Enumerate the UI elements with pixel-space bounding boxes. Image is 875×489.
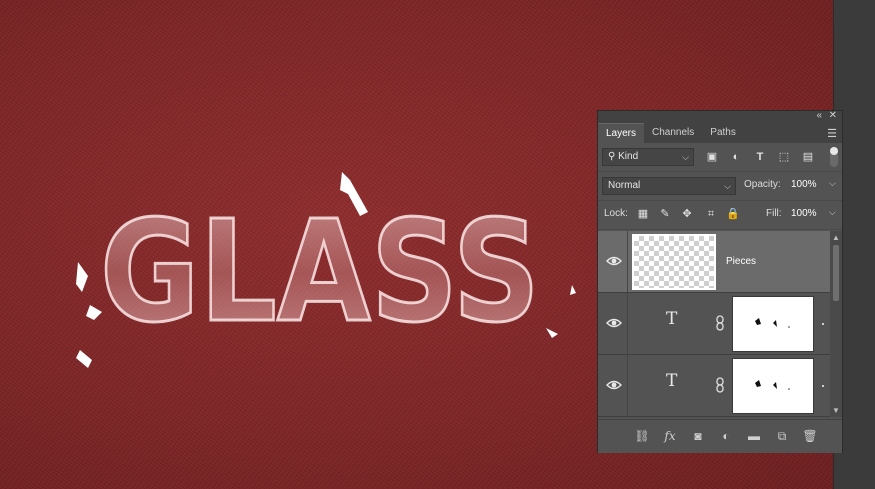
lock-move-icon[interactable]: ✥ (680, 207, 694, 221)
filter-toggle[interactable] (830, 147, 838, 167)
opacity-label: Opacity: (744, 179, 781, 190)
lock-artboard-icon[interactable]: ⌗ (704, 207, 718, 221)
panel-title-bar[interactable]: « ✕ (598, 110, 842, 123)
opacity-chevron-icon[interactable]: ⌵ (829, 178, 836, 189)
more-indicator (822, 385, 824, 387)
collapse-icon[interactable]: « (816, 110, 822, 121)
type-filter-icon[interactable]: T (752, 149, 768, 165)
layer-row-type[interactable]: T (598, 293, 830, 355)
fill-input[interactable]: 100% (791, 208, 817, 219)
layers-list: Pieces T T (598, 231, 830, 417)
eye-icon[interactable] (606, 317, 622, 329)
lock-paint-icon[interactable]: ✎ (658, 207, 672, 221)
tab-layers[interactable]: Layers (598, 123, 645, 143)
eye-icon[interactable] (606, 255, 622, 267)
adjustment-filter-icon[interactable]: ◐ (728, 149, 744, 165)
scroll-down-icon[interactable]: ▼ (832, 406, 840, 415)
trash-icon[interactable]: 🗑 (802, 428, 818, 444)
scroll-up-icon[interactable]: ▲ (832, 233, 840, 242)
fill-chevron-icon[interactable]: ⌵ (829, 207, 836, 218)
type-layer-icon: T (666, 309, 678, 329)
layers-panel: « ✕ Layers Channels Paths ☰ ⚲ Kind ⌵ ▣ ◐… (597, 110, 843, 453)
lock-transparent-icon[interactable]: ▦ (636, 207, 650, 221)
adjustment-layer-icon[interactable]: ◐ (718, 428, 734, 444)
opacity-input[interactable]: 100% (791, 179, 817, 190)
eye-icon[interactable] (606, 379, 622, 391)
mask-spots (755, 318, 790, 328)
visibility-toggle[interactable] (598, 293, 628, 354)
chevron-down-icon: ⌵ (724, 181, 731, 191)
tab-channels[interactable]: Channels (644, 123, 702, 143)
blend-row: Normal ⌵ Opacity: 100% ⌵ (598, 172, 842, 201)
lock-row: Lock: ▦ ✎ ✥ ⌗ 🔒 Fill: 100% ⌵ (598, 201, 842, 230)
lock-all-icon[interactable]: 🔒 (726, 207, 740, 221)
layer-row-type[interactable]: T (598, 355, 830, 417)
scroll-thumb[interactable] (833, 245, 839, 301)
add-mask-icon[interactable]: ◙ (690, 428, 706, 444)
image-filter-icon[interactable]: ▣ (704, 149, 720, 165)
visibility-toggle[interactable] (598, 231, 628, 292)
filter-kind-select[interactable]: ⚲ Kind ⌵ (602, 148, 694, 166)
close-icon[interactable]: ✕ (829, 110, 837, 121)
link-layers-icon[interactable] (715, 315, 725, 331)
smart-object-filter-icon[interactable]: ▤ (800, 149, 816, 165)
link-layers-icon[interactable] (715, 377, 725, 393)
new-layer-icon[interactable]: ⧉ (774, 428, 790, 444)
more-indicator (822, 323, 824, 325)
chevron-down-icon: ⌵ (682, 152, 689, 162)
link-icon[interactable]: ⛓ (634, 428, 650, 444)
layer-row-pieces[interactable]: Pieces (598, 231, 830, 293)
glass-title-text: GLASS (100, 191, 540, 354)
panel-tabs: Layers Channels Paths ☰ (598, 123, 842, 143)
shape-filter-icon[interactable]: ⬚ (776, 149, 792, 165)
filter-kind-label: Kind (618, 151, 639, 162)
layer-mask-thumbnail[interactable] (732, 296, 814, 352)
blend-mode-select[interactable]: Normal ⌵ (602, 177, 736, 195)
new-group-icon[interactable]: ▬ (746, 428, 762, 444)
layers-scrollbar[interactable]: ▲ ▼ (830, 231, 842, 417)
fx-icon[interactable]: fx (662, 428, 678, 444)
layer-name[interactable]: Pieces (726, 256, 756, 267)
type-layer-icon: T (666, 371, 678, 391)
fill-label: Fill: (766, 208, 782, 219)
panel-menu-icon[interactable]: ☰ (827, 127, 837, 140)
tab-paths[interactable]: Paths (702, 123, 744, 143)
layer-filter-row: ⚲ Kind ⌵ ▣ ◐ T ⬚ ▤ (598, 143, 842, 172)
visibility-toggle[interactable] (598, 355, 628, 416)
lock-label: Lock: (604, 208, 628, 219)
search-icon: ⚲ (608, 151, 616, 162)
panel-footer: ⛓ fx ◙ ◐ ▬ ⧉ 🗑 (598, 419, 842, 453)
layer-mask-thumbnail[interactable] (732, 358, 814, 414)
blend-mode-value: Normal (608, 180, 641, 191)
layer-thumbnail[interactable] (632, 234, 716, 290)
mask-spots (755, 380, 790, 390)
